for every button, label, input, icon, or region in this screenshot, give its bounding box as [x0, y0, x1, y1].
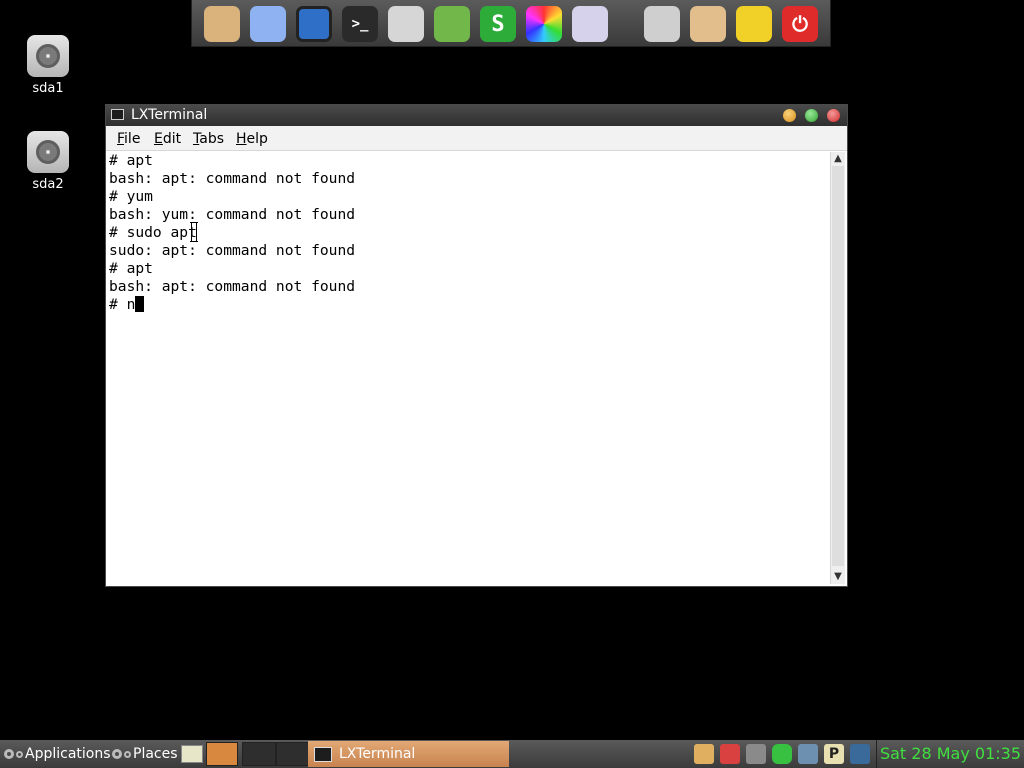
hard-drive-icon — [27, 35, 69, 77]
terminal-line: sudo: apt: command not found — [109, 242, 356, 259]
terminal-line: bash: yum: command not found — [109, 206, 356, 223]
places-menu[interactable]: Places — [112, 740, 178, 768]
monitor-icon[interactable] — [388, 6, 424, 42]
menu-label: abs — [199, 131, 224, 147]
menu-help[interactable]: Help — [236, 131, 268, 147]
signal-icon[interactable] — [736, 6, 772, 42]
drive-label: sda1 — [32, 81, 64, 96]
gear-icon — [4, 749, 14, 759]
terminal-line: bash: apt: command not found — [109, 170, 356, 187]
volume-icon[interactable] — [746, 744, 766, 764]
settings-sliders-icon[interactable] — [644, 6, 680, 42]
clipboard-icon[interactable]: P — [824, 744, 844, 764]
terminal-window: LXTerminal File Edit Tabs Help # apt bas… — [105, 104, 848, 587]
scroll-down-arrow-icon[interactable]: ▼ — [831, 570, 845, 584]
terminal-input-line[interactable]: # n — [109, 296, 829, 314]
spreadsheet-icon[interactable]: S — [480, 6, 516, 42]
desktop-drive-sda1[interactable]: sda1 — [18, 35, 78, 96]
home-folder-icon[interactable] — [204, 6, 240, 42]
folder-icon[interactable] — [690, 6, 726, 42]
workspace-1[interactable] — [206, 742, 238, 766]
gear-icon — [112, 749, 122, 759]
terminal-line: # yum — [109, 188, 153, 205]
vertical-scrollbar[interactable]: ▲ ▼ — [830, 152, 845, 584]
maximize-button[interactable] — [805, 109, 818, 122]
taskbar: Applications Places LXTerminal P Sat 28 … — [0, 740, 1024, 768]
minimize-button[interactable] — [783, 109, 796, 122]
clock[interactable]: Sat 28 May 01:35 — [880, 744, 1021, 763]
window-title: LXTerminal — [131, 107, 208, 123]
workspace-2[interactable] — [242, 742, 276, 766]
terminal-icon[interactable]: >_ — [342, 6, 378, 42]
terminal-line: # apt — [109, 260, 153, 277]
menu-mnemonic: F — [117, 131, 125, 147]
show-desktop-button[interactable] — [181, 740, 203, 768]
workspace-3[interactable] — [276, 742, 310, 766]
taskbar-window-lxterminal[interactable]: LXTerminal — [308, 741, 509, 767]
desktop-drive-sda2[interactable]: sda2 — [18, 131, 78, 192]
text-cursor — [135, 296, 145, 312]
terminal-icon — [314, 746, 332, 762]
color-wheel-icon[interactable] — [526, 6, 562, 42]
mouse-ibeam-cursor — [190, 222, 198, 242]
menu-bar: File Edit Tabs Help — [106, 126, 847, 151]
window-titlebar[interactable]: LXTerminal — [106, 105, 847, 126]
power-icon[interactable]: ⏻ — [782, 6, 818, 42]
applications-menu[interactable]: Applications — [4, 740, 111, 768]
battery-icon[interactable] — [772, 744, 792, 764]
hard-drive-icon — [27, 131, 69, 173]
terminal-line: # apt — [109, 152, 153, 169]
terminal-output[interactable]: # apt bash: apt: command not found # yum… — [109, 152, 829, 584]
workspace-switcher[interactable] — [206, 740, 310, 768]
chat-icon[interactable] — [296, 6, 332, 42]
close-button[interactable] — [827, 109, 840, 122]
menu-edit[interactable]: Edit — [154, 131, 181, 147]
menu-label: elp — [246, 131, 268, 147]
menu-label: dit — [162, 131, 182, 147]
terminal-line: bash: apt: command not found — [109, 278, 356, 295]
terminal-input-text: # n — [109, 296, 136, 313]
scroll-up-arrow-icon[interactable]: ▲ — [831, 152, 845, 166]
places-label: Places — [133, 746, 178, 762]
text-editor-icon[interactable] — [572, 6, 608, 42]
shield-icon[interactable] — [720, 744, 740, 764]
menu-file[interactable]: File — [117, 131, 140, 147]
scrollbar-thumb[interactable] — [832, 166, 844, 566]
network-icon[interactable] — [798, 744, 818, 764]
app-dock: >_ S ⏻ — [191, 0, 831, 47]
drive-label: sda2 — [32, 177, 64, 192]
user-icon[interactable] — [694, 744, 714, 764]
document-writer-icon[interactable] — [434, 6, 470, 42]
applications-label: Applications — [25, 746, 111, 762]
taskbar-divider — [876, 740, 877, 768]
taskbar-window-label: LXTerminal — [339, 746, 416, 762]
menu-mnemonic: H — [236, 131, 247, 147]
terminal-icon — [111, 109, 124, 120]
menu-mnemonic: E — [154, 131, 163, 147]
desktop-icon — [181, 745, 203, 763]
gear-icon — [124, 750, 131, 758]
gear-icon — [16, 750, 23, 758]
cloud-icon[interactable] — [250, 6, 286, 42]
menu-tabs[interactable]: Tabs — [193, 131, 224, 147]
menu-label: ile — [124, 131, 141, 147]
cpu-graph-icon[interactable] — [850, 744, 870, 764]
terminal-line: # sudo apt — [109, 224, 197, 241]
